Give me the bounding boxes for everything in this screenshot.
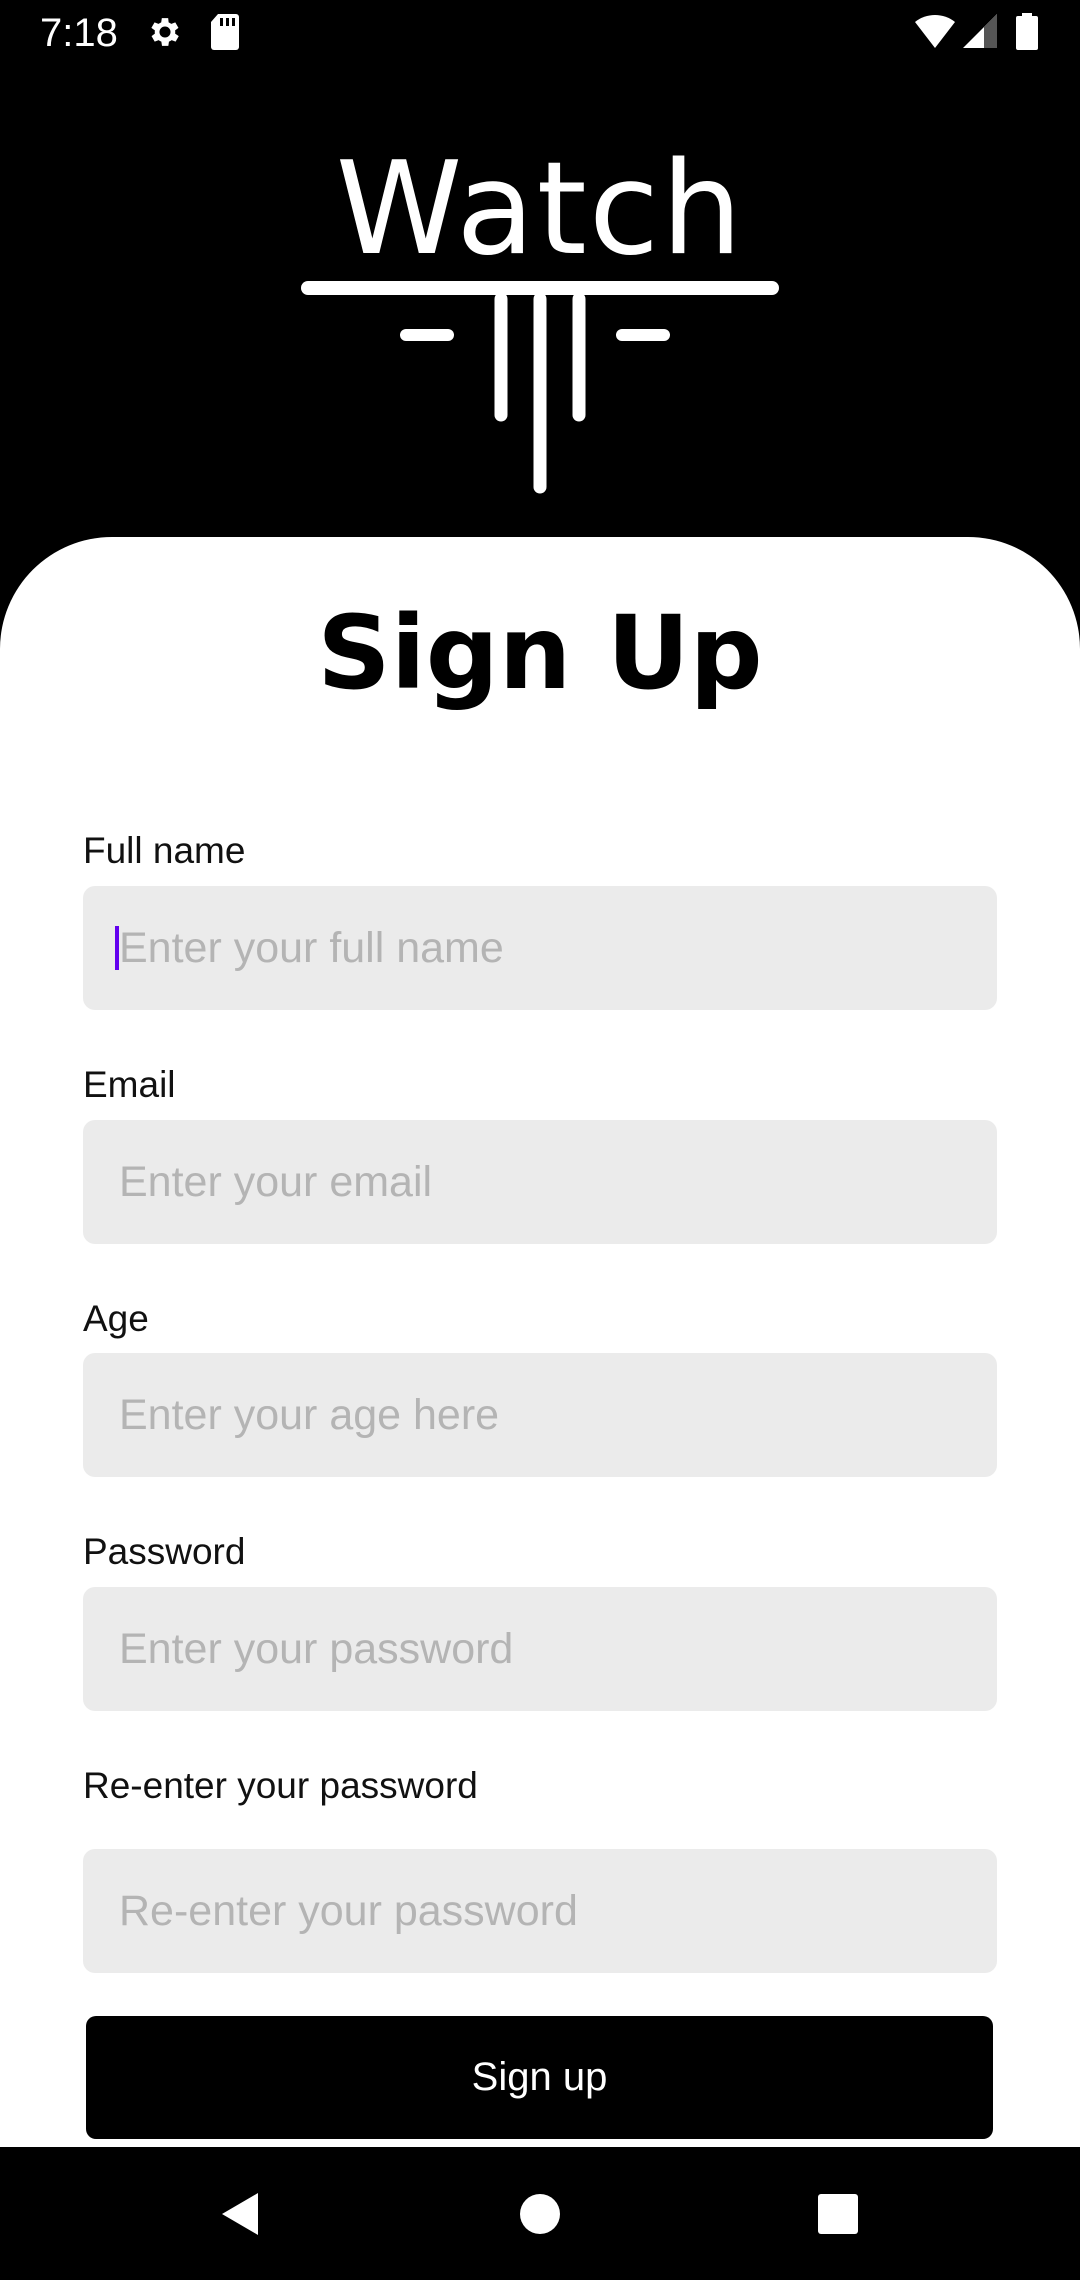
sign-up-button[interactable]: Sign up [86,2016,993,2139]
full-name-input[interactable] [83,886,997,1010]
status-bar: 7:18 [0,0,1080,66]
password-label: Password [83,1531,246,1572]
confirm-password-input[interactable] [83,1849,997,1973]
home-icon [520,2193,560,2234]
logo-mark-icon [301,281,779,494]
app-logo: Watch [290,140,790,520]
cell-signal-icon [962,13,998,54]
home-button[interactable] [460,2147,620,2280]
logo-text: Watch [335,135,745,284]
sd-card-icon [210,13,240,56]
gear-icon [146,13,184,56]
recents-icon [818,2193,858,2234]
back-icon [222,2192,258,2235]
navigation-bar [0,2147,1080,2280]
password-input[interactable] [83,1587,997,1711]
text-cursor [115,926,119,970]
wifi-icon [914,13,956,54]
email-input[interactable] [83,1120,997,1244]
signup-card: Sign Up Full name Email Age Password Re-… [0,537,1080,2147]
recents-button[interactable] [758,2147,918,2280]
age-label: Age [83,1298,149,1339]
battery-icon [1015,13,1039,56]
status-time: 7:18 [40,11,118,55]
full-name-label: Full name [83,830,246,871]
confirm-password-label: Re-enter your password [83,1765,478,1806]
page-title: Sign Up [317,594,763,713]
age-input[interactable] [83,1353,997,1477]
back-button[interactable] [160,2147,320,2280]
email-label: Email [83,1064,176,1105]
